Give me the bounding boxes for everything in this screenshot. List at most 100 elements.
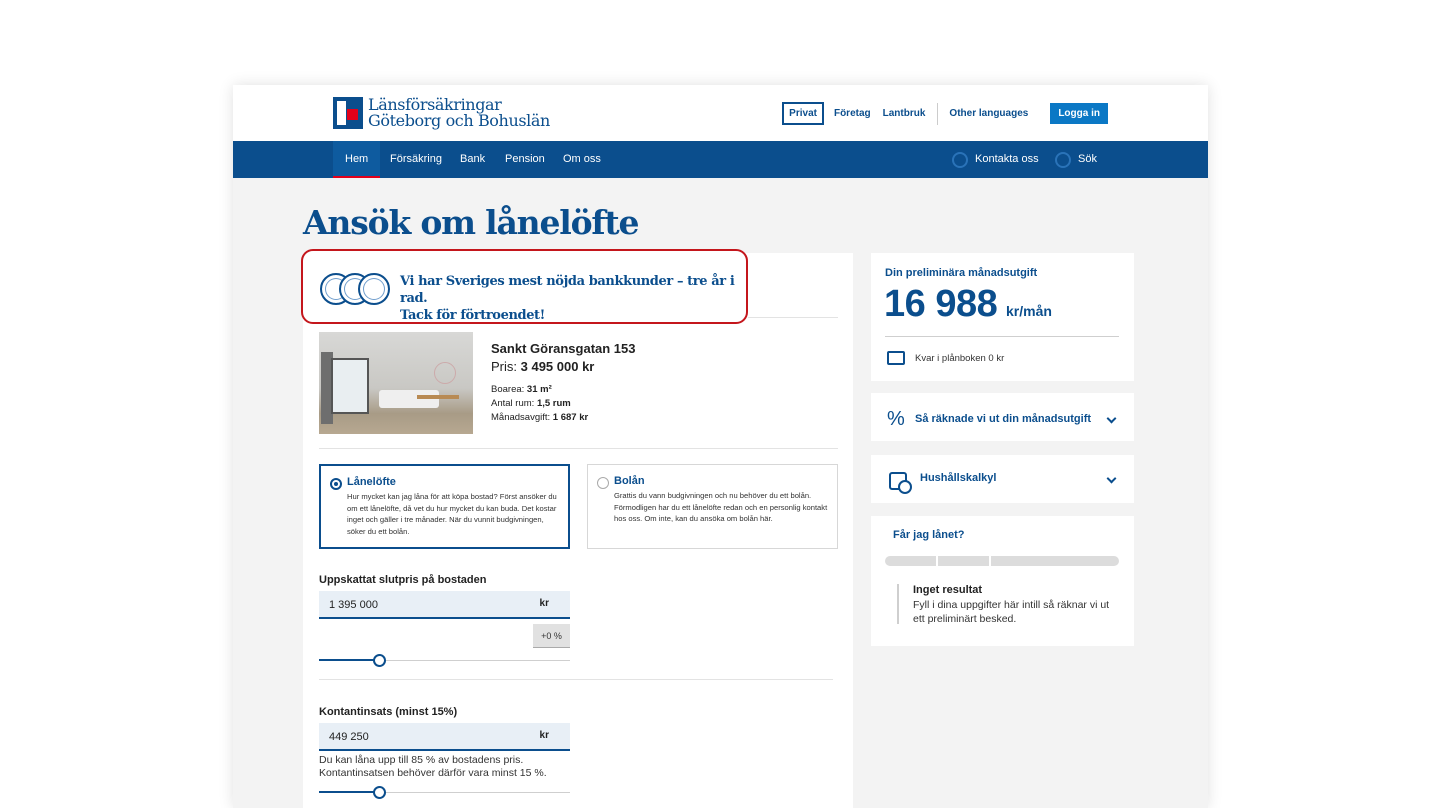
option-bolan[interactable]: Bolån Grattis du vann budgivningen och n… bbox=[587, 464, 838, 549]
login-button[interactable]: Logga in bbox=[1050, 103, 1108, 124]
property-price: Pris: 3 495 000 kr bbox=[491, 359, 594, 374]
divider bbox=[885, 336, 1119, 337]
loan-check-progress bbox=[885, 556, 1119, 566]
result-body: Fyll i dina uppgifter här intill så räkn… bbox=[913, 599, 1110, 625]
option-title: Bolån bbox=[614, 475, 645, 487]
price-input-unit: kr bbox=[539, 598, 549, 609]
segment-foretag[interactable]: Företag bbox=[834, 108, 871, 119]
divider bbox=[937, 102, 939, 125]
divider bbox=[748, 317, 838, 318]
nav-item-bank[interactable]: Bank bbox=[460, 141, 485, 178]
price-input[interactable]: 1 395 000 kr bbox=[319, 591, 570, 619]
option-title: Lånelöfte bbox=[347, 476, 396, 488]
banner-line1: Vi har Sveriges mest nöjda bankkunder – … bbox=[400, 274, 735, 306]
monthly-cost-label: Din preliminära månadsutgift bbox=[885, 267, 1038, 279]
award-badges bbox=[320, 273, 392, 305]
downpayment-slider-fill bbox=[319, 791, 380, 793]
downpayment-input-unit: kr bbox=[539, 730, 549, 741]
hint-line1: Du kan låna upp till 85 % av bostadens p… bbox=[319, 754, 524, 766]
nav-item-pension[interactable]: Pension bbox=[505, 141, 545, 178]
result-accent-bar bbox=[897, 584, 899, 624]
coins-icon bbox=[889, 472, 912, 494]
price-field-label: Uppskattat slutpris på bostaden bbox=[319, 574, 487, 586]
radio-bolan[interactable] bbox=[597, 477, 609, 489]
nav-item-om-oss[interactable]: Om oss bbox=[563, 141, 601, 178]
property-photo bbox=[319, 332, 473, 434]
price-value: 3 495 000 kr bbox=[520, 359, 595, 374]
result-title: Inget resultat bbox=[913, 584, 983, 596]
option-body: Grattis du vann budgivningen och nu behö… bbox=[614, 491, 828, 523]
top-links: Privat Företag Lantbruk Other languages … bbox=[782, 102, 1108, 125]
price-slider-handle[interactable] bbox=[372, 654, 386, 667]
price-label: Pris: bbox=[491, 359, 517, 374]
page-title: Ansök om lånelöfte bbox=[303, 203, 639, 242]
photo-sofa bbox=[379, 390, 439, 408]
downpayment-hint: Du kan låna upp till 85 % av bostadens p… bbox=[319, 754, 547, 779]
fact-value: 31 m² bbox=[526, 384, 552, 395]
percent-icon: % bbox=[887, 408, 905, 430]
fact-label: Boarea: bbox=[491, 384, 525, 395]
divider bbox=[319, 679, 833, 680]
radio-lanelofte[interactable] bbox=[330, 478, 342, 490]
property-facts: Boarea: 31 m² Antal rum: 1,5 rum Månadsa… bbox=[491, 383, 588, 425]
divider bbox=[319, 448, 838, 449]
loan-check-card: Får jag lånet? Inget resultat Fyll i din… bbox=[871, 516, 1134, 646]
fact-row: Antal rum: 1,5 rum bbox=[491, 397, 588, 411]
banner-text: Vi har Sveriges mest nöjda bankkunder – … bbox=[400, 273, 746, 324]
price-slider-fill bbox=[319, 659, 380, 661]
top-bar: Länsförsäkringar Göteborg och Bohuslän P… bbox=[233, 85, 1208, 141]
application-form: Vi har Sveriges mest nöjda bankkunder – … bbox=[301, 249, 853, 808]
other-languages-link[interactable]: Other languages bbox=[949, 108, 1028, 119]
photo-table bbox=[417, 395, 459, 399]
logo[interactable]: Länsförsäkringar Göteborg och Bohuslän bbox=[333, 96, 550, 130]
logo-mark-icon bbox=[333, 97, 363, 129]
segment-lantbruk[interactable]: Lantbruk bbox=[883, 108, 926, 119]
nav-item-forsakring[interactable]: Försäkring bbox=[390, 141, 442, 178]
contact-label: Kontakta oss bbox=[975, 153, 1039, 165]
main-nav: Hem Försäkring Bank Pension Om oss Konta… bbox=[233, 141, 1208, 178]
progress-segment bbox=[885, 556, 937, 566]
downpayment-input[interactable]: 449 250 kr bbox=[319, 723, 570, 751]
loan-check-title: Får jag lånet? bbox=[893, 529, 965, 541]
logo-line2: Göteborg och Bohuslän bbox=[368, 111, 550, 130]
downpayment-input-value: 449 250 bbox=[329, 731, 369, 743]
accordion-calculation-title: Så räknade vi ut din månadsutgift bbox=[915, 413, 1092, 425]
photo-lamp bbox=[434, 362, 456, 384]
contact-link[interactable]: Kontakta oss bbox=[952, 141, 1039, 178]
fact-row: Boarea: 31 m² bbox=[491, 383, 588, 397]
nav-item-hem[interactable]: Hem bbox=[333, 141, 381, 178]
banner-line2: Tack för förtroendet! bbox=[400, 308, 545, 323]
downpayment-field-label: Kontantinsats (minst 15%) bbox=[319, 706, 458, 718]
option-lanelofte[interactable]: Lånelöfte Hur mycket kan jag låna för at… bbox=[319, 464, 570, 549]
satisfaction-banner: Vi har Sveriges mest nöjda bankkunder – … bbox=[301, 249, 748, 324]
downpayment-slider-handle[interactable] bbox=[372, 786, 386, 799]
logo-text: Länsförsäkringar Göteborg och Bohuslän bbox=[368, 97, 550, 129]
price-change-badge: +0 % bbox=[533, 624, 570, 648]
search-icon bbox=[1055, 151, 1071, 168]
left-in-wallet: Kvar i plånboken 0 kr bbox=[915, 353, 1005, 364]
accordion-calculation[interactable]: % Så räknade vi ut din månadsutgift bbox=[871, 393, 1134, 441]
award-badge-icon bbox=[358, 273, 390, 305]
browser-page: Länsförsäkringar Göteborg och Bohuslän P… bbox=[233, 85, 1208, 808]
progress-segment bbox=[938, 556, 990, 566]
fact-row: Månadsavgift: 1 687 kr bbox=[491, 411, 588, 425]
fact-value: 1,5 rum bbox=[536, 398, 571, 409]
progress-segment bbox=[991, 556, 1119, 566]
search-link[interactable]: Sök bbox=[1055, 141, 1097, 178]
accordion-household-title: Hushållskalkyl bbox=[920, 472, 997, 484]
chevron-down-icon bbox=[1106, 473, 1117, 484]
photo-window bbox=[331, 358, 369, 414]
fact-label: Månadsavgift: bbox=[491, 412, 551, 423]
hint-line2: Kontantinsatsen behöver därför vara mins… bbox=[319, 766, 547, 779]
price-input-value: 1 395 000 bbox=[329, 599, 378, 611]
monthly-cost-unit: kr/mån bbox=[1006, 303, 1052, 319]
wallet-icon bbox=[887, 351, 905, 365]
option-body: Hur mycket kan jag låna för att köpa bos… bbox=[347, 492, 557, 536]
fact-value: 1 687 kr bbox=[552, 412, 589, 423]
segment-privat[interactable]: Privat bbox=[782, 102, 824, 125]
monthly-cost-amount: 16 988 bbox=[884, 283, 998, 325]
chat-icon bbox=[952, 151, 968, 168]
property-address: Sankt Göransgatan 153 bbox=[491, 341, 636, 356]
accordion-household[interactable]: Hushållskalkyl bbox=[871, 455, 1134, 503]
chevron-down-icon bbox=[1106, 413, 1117, 424]
